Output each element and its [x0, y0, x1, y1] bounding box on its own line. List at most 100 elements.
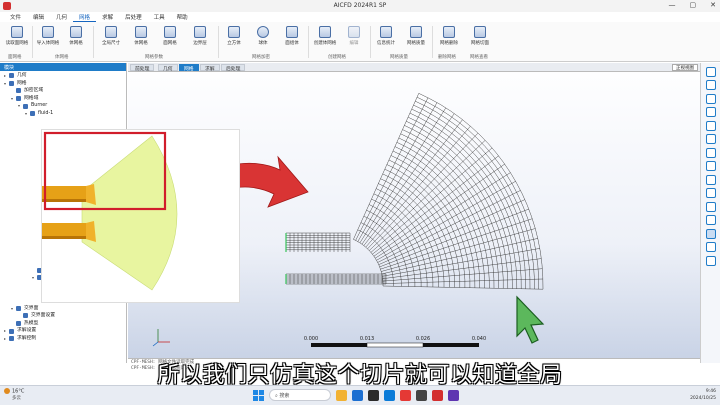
- file-explorer-icon[interactable]: [336, 389, 347, 401]
- cursor-icon: [516, 295, 545, 344]
- tab-postprocess[interactable]: 后处理: [221, 64, 246, 72]
- view-toolbar: [700, 63, 720, 363]
- size-icon: [105, 26, 117, 38]
- edge-icon[interactable]: [384, 389, 395, 401]
- reset-view-icon[interactable]: [705, 174, 716, 185]
- wireframe-icon[interactable]: [705, 215, 716, 225]
- menu-file[interactable]: 文件: [4, 12, 27, 22]
- mesh-line: [375, 172, 511, 259]
- cylinder-icon: [286, 26, 298, 38]
- mesh-line: [357, 102, 438, 242]
- system-tray[interactable]: 9:46 2024/10/25: [690, 388, 716, 402]
- sphere-refine-button[interactable]: 球体: [250, 26, 276, 46]
- global-size-button[interactable]: 全局尺寸: [98, 26, 124, 46]
- app-icon[interactable]: [400, 389, 411, 401]
- mesh-slice-button[interactable]: 网格切面: [467, 26, 493, 46]
- scale-tick-label: 0.000: [304, 336, 318, 342]
- close-button[interactable]: ✕: [710, 1, 716, 9]
- tree-item-geometry[interactable]: ▸ 几何: [2, 72, 124, 80]
- menu-tools[interactable]: 工具: [148, 12, 171, 22]
- mesh-line: [359, 107, 446, 243]
- maximize-button[interactable]: ▢: [690, 1, 697, 9]
- boundary-layer-button[interactable]: 边界层: [187, 26, 213, 46]
- minimize-button[interactable]: —: [669, 1, 676, 9]
- mesh-icon: [42, 26, 54, 38]
- solid-icon[interactable]: [705, 228, 716, 239]
- menu-edit[interactable]: 编辑: [27, 12, 50, 22]
- delete-mesh-button[interactable]: 网格删除: [436, 26, 462, 46]
- tree-item-mesh-domain[interactable]: ▾ 网格域: [2, 95, 124, 103]
- palette-icon[interactable]: [705, 242, 716, 252]
- weather-widget[interactable]: 16°C 多云: [4, 388, 24, 401]
- menu-postprocess[interactable]: 后处理: [119, 12, 148, 22]
- view-iso-icon[interactable]: [705, 107, 716, 117]
- axis-triad-icon: [152, 329, 170, 347]
- pan-icon[interactable]: [705, 134, 716, 144]
- tree-item-fluid[interactable]: ▾ fluid-1: [2, 110, 124, 118]
- view-orientation-select[interactable]: 正视视图: [672, 64, 698, 71]
- taskbar-search-input[interactable]: ⌕ 搜索: [269, 389, 331, 401]
- read-surface-mesh-button[interactable]: 读取面网格: [4, 26, 30, 46]
- statistics-icon: [380, 26, 392, 38]
- menu-help[interactable]: 帮助: [171, 12, 194, 22]
- panel-header: 模块: [0, 63, 126, 71]
- edit-mesh-button[interactable]: 编辑: [341, 26, 367, 46]
- refresh-icon[interactable]: [705, 188, 716, 198]
- start-button[interactable]: [253, 389, 264, 401]
- import-volume-mesh-button[interactable]: 导入体网格: [35, 26, 61, 46]
- window-title: AICFD 2024R1 SP: [333, 2, 387, 9]
- mesh-wireframe: [285, 93, 544, 290]
- scale-tick-label: 0.040: [472, 336, 486, 342]
- app-icon[interactable]: [416, 389, 427, 401]
- mesh-line: [382, 278, 543, 284]
- store-icon[interactable]: [368, 389, 379, 401]
- tree-item-interface[interactable]: ▾ 交界面: [2, 305, 124, 313]
- volume-mesh-button[interactable]: 体网格: [63, 26, 89, 46]
- slice-icon: [474, 26, 486, 38]
- app-icon[interactable]: [448, 389, 459, 401]
- folder-icon: [16, 96, 21, 102]
- zoom-icon[interactable]: [705, 147, 716, 158]
- folder-icon: [16, 88, 21, 94]
- mesh-icon: [11, 26, 23, 38]
- tree-item-mesh[interactable]: ▾ 网格: [2, 80, 124, 88]
- rotate-icon[interactable]: [705, 120, 716, 131]
- browser-icon[interactable]: [352, 389, 363, 401]
- menu-geometry[interactable]: 几何: [50, 12, 73, 22]
- tree-item-solver-settings[interactable]: ▸ 求解设置: [2, 327, 124, 335]
- mesh-quality-button[interactable]: 网格质量: [403, 26, 429, 46]
- tab-solve[interactable]: 求解: [200, 64, 220, 72]
- tab-geometry[interactable]: 几何: [158, 64, 178, 72]
- view-y-icon[interactable]: [705, 80, 716, 90]
- view-z-icon[interactable]: [705, 93, 716, 104]
- surface-mesh-param-button[interactable]: 面网格: [157, 26, 183, 46]
- tree-item-thermal-model[interactable]: 热模型: [2, 320, 124, 328]
- mesh-statistics-button[interactable]: 信息统计: [373, 26, 399, 46]
- folder-icon: [16, 305, 21, 311]
- view-x-icon[interactable]: [705, 66, 716, 77]
- tree-item-refine-region[interactable]: 加密区域: [2, 87, 124, 95]
- clock-date: 2024/10/25: [690, 396, 716, 401]
- tab-mesh[interactable]: 网格: [179, 64, 199, 72]
- surface-icon: [164, 26, 176, 38]
- folder-icon: [9, 80, 14, 86]
- tree-item-solver-control[interactable]: ▸ 求解控制: [2, 335, 124, 343]
- aicfd-app-icon[interactable]: [432, 389, 443, 401]
- menu-bar: 文件 编辑 几何 网格 求解 后处理 工具 帮助: [0, 12, 720, 22]
- tree-item-burner[interactable]: ▾ Burner: [2, 102, 124, 110]
- fit-view-icon[interactable]: [705, 201, 716, 212]
- camera-icon[interactable]: [705, 255, 716, 266]
- menu-solve[interactable]: 求解: [96, 12, 119, 22]
- cylinder-refine-button[interactable]: 面组体: [279, 26, 305, 46]
- create-volume-mesh-button[interactable]: 创建体网格: [312, 26, 338, 46]
- settings-icon: [23, 313, 28, 319]
- volume-mesh-param-button[interactable]: 体网格: [128, 26, 154, 46]
- tab-preprocess[interactable]: 前处理: [130, 64, 155, 72]
- cube-refine-button[interactable]: 立方体: [221, 26, 247, 46]
- tree-item-interface-settings[interactable]: 交界面设置: [2, 312, 124, 320]
- menu-mesh[interactable]: 网格: [73, 12, 97, 22]
- domain-icon: [23, 103, 28, 109]
- mesh-line: [361, 113, 455, 245]
- zoom-box-icon[interactable]: [705, 161, 716, 171]
- folder-icon: [9, 73, 14, 79]
